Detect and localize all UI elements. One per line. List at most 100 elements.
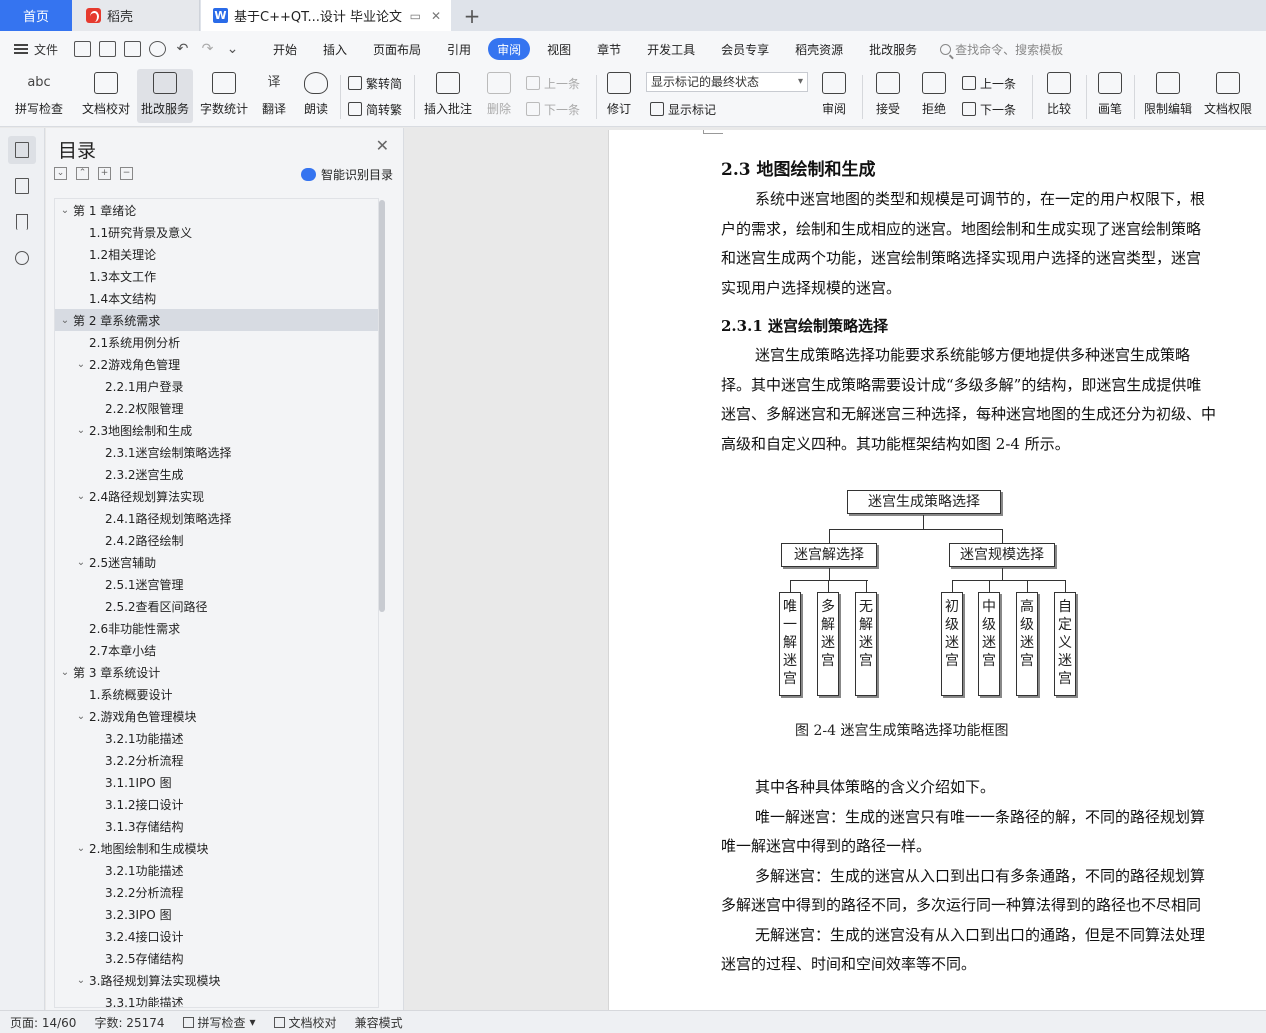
chapter-nav-button[interactable]: [8, 172, 36, 200]
toc-item[interactable]: 2.5.1迷宫管理: [55, 573, 378, 595]
toc-scrollbar[interactable]: [379, 200, 385, 612]
toc-item[interactable]: 2.5.2查看区间路径: [55, 595, 378, 617]
find-nav-button[interactable]: [8, 244, 36, 272]
doc-rights-button[interactable]: 文档权限: [1200, 69, 1256, 123]
toc-item[interactable]: 1.系统概要设计: [55, 683, 378, 705]
toc-item[interactable]: 3.2.5存储结构: [55, 947, 378, 969]
spell-check-button[interactable]: abc 拼写检查: [8, 69, 70, 123]
expand-all-icon[interactable]: +: [98, 167, 111, 180]
toc-item[interactable]: 2.3.1迷宫绘制策略选择: [55, 441, 378, 463]
next-comment-button[interactable]: 下一条: [526, 99, 580, 119]
toc-item[interactable]: 3.3.1功能描述: [55, 991, 378, 1008]
toc-item[interactable]: 2.1系统用例分析: [55, 331, 378, 353]
word-count-button[interactable]: 字数统计: [196, 69, 252, 123]
close-icon[interactable]: ✕: [376, 136, 389, 155]
save-icon[interactable]: [74, 41, 91, 57]
review-pane-button[interactable]: 审阅: [814, 69, 854, 123]
toc-item[interactable]: 2.4.1路径规划策略选择: [55, 507, 378, 529]
print-icon[interactable]: [124, 41, 141, 57]
toc-item[interactable]: 3.1.2接口设计: [55, 793, 378, 815]
chevron-down-icon[interactable]: ⌄: [73, 975, 89, 986]
redo-icon[interactable]: ↷: [199, 41, 216, 57]
chevron-down-icon[interactable]: ⌄: [73, 711, 89, 722]
toc-item[interactable]: 3.1.3存储结构: [55, 815, 378, 837]
new-tab-button[interactable]: +: [460, 0, 484, 31]
insert-comment-button[interactable]: 插入批注: [420, 69, 476, 123]
toc-item[interactable]: 3.2.4接口设计: [55, 925, 378, 947]
collapse-all-icon[interactable]: −: [120, 167, 133, 180]
menu-item-3[interactable]: 引用: [434, 38, 484, 60]
menu-item-8[interactable]: 会员专享: [708, 38, 782, 60]
toc-item[interactable]: 2.4.2路径绘制: [55, 529, 378, 551]
simp-to-trad-button[interactable]: 简转繁: [348, 99, 402, 119]
menu-item-9[interactable]: 稻壳资源: [782, 38, 856, 60]
chevron-down-icon[interactable]: ⌄: [73, 425, 89, 436]
translate-button[interactable]: 译 翻译: [256, 69, 292, 123]
menu-item-4[interactable]: 审阅: [488, 38, 531, 60]
trad-to-simp-button[interactable]: 繁转简: [348, 73, 402, 93]
next-change-button[interactable]: 下一条: [962, 99, 1016, 119]
collapse-up-icon[interactable]: ⌃: [76, 167, 89, 180]
toc-item[interactable]: 2.2.2权限管理: [55, 397, 378, 419]
toc-item[interactable]: ⌄ 第 3 章系统设计: [55, 661, 378, 683]
toc-item[interactable]: 3.2.1功能描述: [55, 727, 378, 749]
tab-daoke[interactable]: 稻壳: [72, 0, 200, 31]
toc-item[interactable]: 1.3本文工作: [55, 265, 378, 287]
prev-comment-button[interactable]: 上一条: [526, 73, 580, 93]
toc-item[interactable]: ⌄ 3.路径规划算法实现模块: [55, 969, 378, 991]
more-chevron-icon[interactable]: ⌄: [224, 41, 241, 57]
undo-icon[interactable]: ↶: [174, 41, 191, 57]
toc-nav-button[interactable]: [8, 136, 36, 164]
delete-comment-button[interactable]: 删除: [480, 69, 518, 123]
smart-toc-button[interactable]: 智能识别目录: [300, 166, 393, 183]
tab-close-icon[interactable]: ✕: [431, 9, 441, 23]
toc-item[interactable]: ⌄ 2.2游戏角色管理: [55, 353, 378, 375]
menu-item-1[interactable]: 插入: [310, 38, 360, 60]
toc-item[interactable]: 2.3.2迷宫生成: [55, 463, 378, 485]
reject-button[interactable]: 拒绝: [914, 69, 954, 123]
menu-item-10[interactable]: 批改服务: [856, 38, 930, 60]
revise-button[interactable]: 修订: [600, 69, 638, 123]
chevron-down-icon[interactable]: ⌄: [57, 667, 73, 678]
toc-item[interactable]: ⌄ 2.游戏角色管理模块: [55, 705, 378, 727]
toc-item[interactable]: ⌄ 2.5迷宫辅助: [55, 551, 378, 573]
proofread-button[interactable]: 文档校对: [78, 69, 134, 123]
toc-item[interactable]: 2.2.1用户登录: [55, 375, 378, 397]
toc-item[interactable]: 3.2.3IPO 图: [55, 903, 378, 925]
print-preview-icon[interactable]: [149, 41, 166, 57]
toc-item[interactable]: 3.2.2分析流程: [55, 881, 378, 903]
toc-item[interactable]: 2.7本章小结: [55, 639, 378, 661]
toc-item[interactable]: 3.2.1功能描述: [55, 859, 378, 881]
toc-item[interactable]: 3.1.1IPO 图: [55, 771, 378, 793]
restrict-edit-button[interactable]: 限制编辑: [1140, 69, 1196, 123]
file-menu[interactable]: 文件: [0, 41, 74, 58]
spell-check-toggle[interactable]: 拼写检查 ▾: [182, 1014, 256, 1031]
menu-item-0[interactable]: 开始: [260, 38, 310, 60]
toc-item[interactable]: 2.6非功能性需求: [55, 617, 378, 639]
toc-item[interactable]: ⌄ 2.4路径规划算法实现: [55, 485, 378, 507]
expand-down-icon[interactable]: ⌄: [54, 167, 67, 180]
correct-service-button[interactable]: 批改服务: [137, 69, 193, 123]
toc-item[interactable]: ⌄ 2.3地图绘制和生成: [55, 419, 378, 441]
accept-button[interactable]: 接受: [868, 69, 908, 123]
markup-state-select[interactable]: 显示标记的最终状态: [646, 72, 808, 92]
menu-item-2[interactable]: 页面布局: [360, 38, 434, 60]
toc-item[interactable]: ⌄ 2.地图绘制和生成模块: [55, 837, 378, 859]
bookmark-nav-button[interactable]: [8, 208, 36, 236]
chevron-down-icon[interactable]: ⌄: [73, 359, 89, 370]
toc-item[interactable]: 1.2相关理论: [55, 243, 378, 265]
command-search[interactable]: 查找命令、搜索模板: [930, 41, 1063, 58]
prev-change-button[interactable]: 上一条: [962, 73, 1016, 93]
menu-item-7[interactable]: 开发工具: [634, 38, 708, 60]
export-icon[interactable]: [99, 41, 116, 57]
pen-button[interactable]: 画笔: [1092, 69, 1128, 123]
chevron-down-icon[interactable]: ⌄: [57, 205, 73, 216]
toc-item[interactable]: ⌄ 第 2 章系统需求: [55, 309, 378, 331]
chevron-down-icon[interactable]: ⌄: [73, 491, 89, 502]
page-indicator[interactable]: 页面: 14/60: [10, 1014, 76, 1031]
document-page[interactable]: 2.3 地图绘制和生成 系统中迷宫地图的类型和规模是可调节的，在一定的用户权限下…: [608, 130, 1266, 1010]
chevron-down-icon[interactable]: ⌄: [73, 843, 89, 854]
read-aloud-button[interactable]: 朗读: [298, 69, 334, 123]
menu-item-5[interactable]: 视图: [534, 38, 584, 60]
chevron-down-icon[interactable]: ⌄: [73, 557, 89, 568]
